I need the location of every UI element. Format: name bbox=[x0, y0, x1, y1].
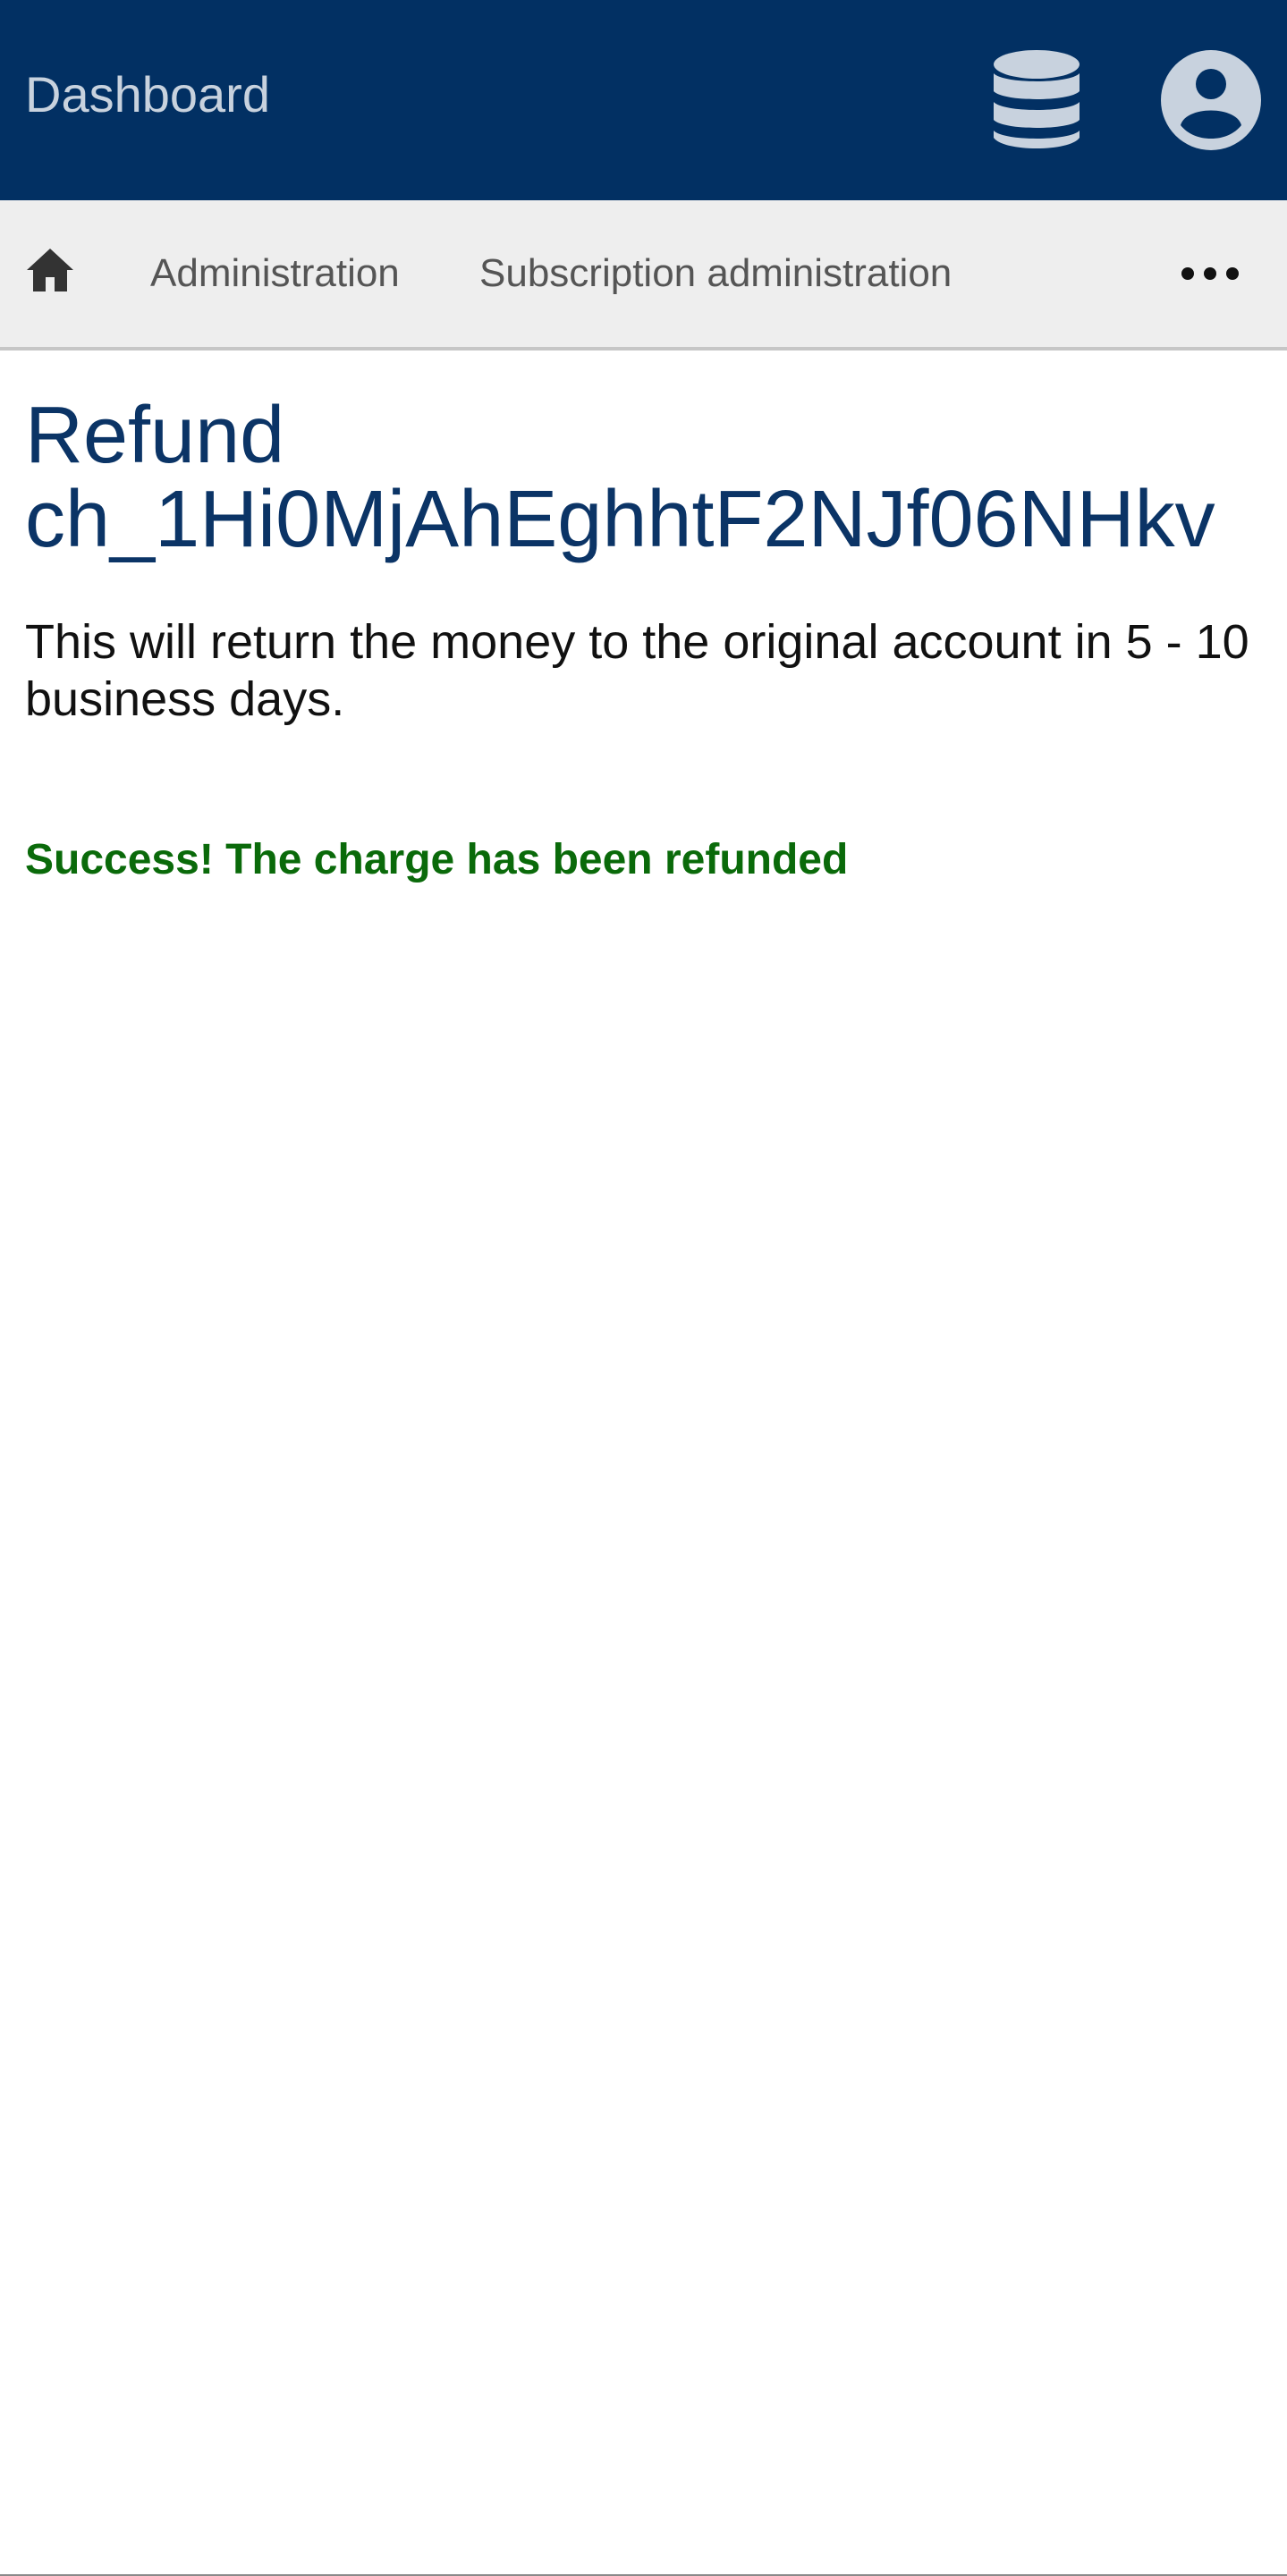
home-icon bbox=[27, 249, 73, 291]
home-link[interactable] bbox=[23, 243, 77, 297]
database-button[interactable] bbox=[984, 45, 1089, 156]
more-button[interactable] bbox=[1179, 250, 1241, 297]
account-circle-icon bbox=[1161, 50, 1261, 150]
success-message: Success! The charge has been refunded bbox=[25, 836, 849, 883]
top-app-bar: Dashboard bbox=[0, 0, 1287, 200]
main-content: Refund ch_1Hi0MjAhEghhtF2NJf06NHkv This … bbox=[25, 393, 1268, 885]
nav-item-administration[interactable]: Administration bbox=[150, 250, 400, 297]
nav-item-subscription-administration[interactable]: Subscription administration bbox=[479, 250, 952, 297]
account-button[interactable] bbox=[1159, 48, 1263, 152]
breadcrumb-nav: Administration Subscription administrati… bbox=[0, 200, 1287, 351]
refund-description: This will return the money to the origin… bbox=[25, 615, 1249, 726]
page-title: Refund ch_1Hi0MjAhEghhtF2NJf06NHkv bbox=[25, 391, 1215, 564]
more-horizontal-icon bbox=[1181, 267, 1239, 280]
page: Dashboard Administration Subscription ad… bbox=[0, 0, 1287, 2576]
database-icon bbox=[994, 50, 1080, 148]
dashboard-link[interactable]: Dashboard bbox=[25, 64, 270, 125]
